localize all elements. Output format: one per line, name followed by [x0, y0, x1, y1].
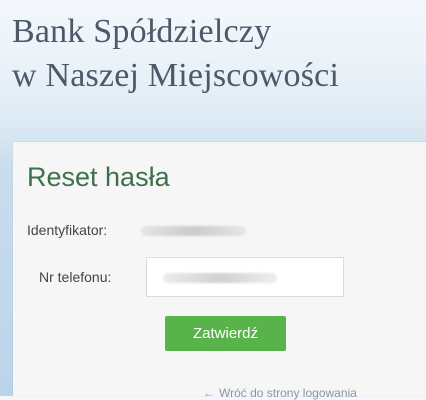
bank-title-line-1: Bank Spółdzielczy: [12, 13, 272, 50]
page-title: Reset hasła: [27, 162, 170, 192]
reset-password-panel: Reset hasła Identyfikator: Nr telefonu: …: [13, 142, 426, 400]
back-to-login-link[interactable]: ← Wróć do strony logowania: [203, 386, 357, 400]
bank-title-line-2: w Naszej Miejscowości: [12, 57, 340, 94]
arrow-left-icon: ←: [203, 386, 215, 400]
back-link-label: Wróć do strony logowania: [219, 386, 357, 400]
bank-title: Bank Spółdzielczy w Naszej Miejscowości: [12, 10, 339, 98]
identifier-value-masked: [141, 226, 246, 236]
submit-button[interactable]: Zatwierdź: [165, 316, 286, 351]
identifier-label: Identyfikator:: [27, 222, 108, 238]
phone-value-masked: [163, 273, 277, 283]
phone-label: Nr telefonu:: [39, 269, 112, 285]
